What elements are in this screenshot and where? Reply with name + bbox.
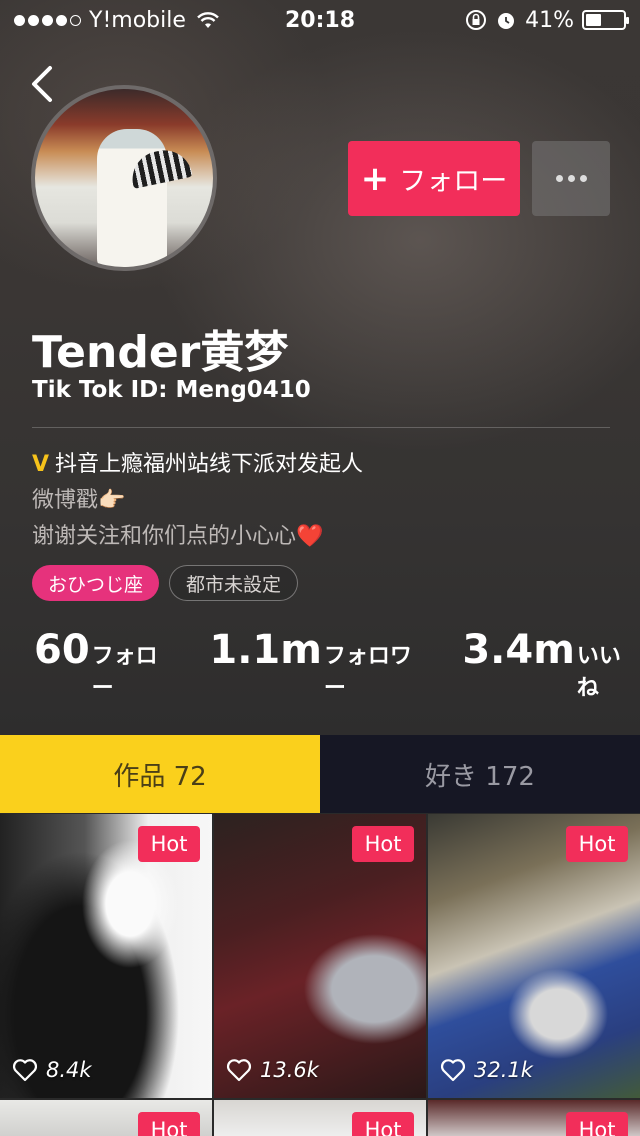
signal-strength-icon: [14, 14, 81, 26]
content-tabs: 作品 72 好き 172: [0, 735, 640, 813]
video-thumbnail[interactable]: Hot 8.4k: [0, 814, 212, 1098]
heart-outline-icon: [440, 1059, 466, 1082]
verified-icon: V: [32, 452, 50, 477]
heart-outline-icon: [226, 1059, 252, 1082]
profile-stats: 60 フォロー 1.1m フォロワー 3.4m いいね: [34, 627, 640, 702]
stat-following[interactable]: 60 フォロー: [34, 627, 177, 702]
profile-bio: V 抖音上瘾福州站线下派对发起人 微博戳👉🏻 谢谢关注和你们点的小心心❤️: [32, 447, 363, 555]
hot-badge: Hot: [352, 826, 414, 862]
hot-badge: Hot: [352, 1112, 414, 1136]
tab-works[interactable]: 作品 72: [0, 735, 320, 813]
stat-value: 3.4m: [462, 627, 575, 673]
more-dots-icon: [555, 175, 563, 182]
stat-label: フォロワー: [323, 644, 412, 701]
status-bar: Y!mobile 20:18 41%: [0, 0, 640, 40]
video-thumbnail[interactable]: Hot: [0, 1100, 212, 1136]
tab-likes[interactable]: 好き 172: [320, 735, 640, 813]
more-options-button[interactable]: [532, 141, 610, 216]
stat-followers[interactable]: 1.1m フォロワー: [209, 627, 430, 702]
like-count: 32.1k: [474, 1058, 533, 1082]
like-count: 13.6k: [260, 1058, 319, 1082]
video-thumbnail[interactable]: Hot: [428, 1100, 640, 1136]
heart-outline-icon: [12, 1059, 38, 1082]
wifi-icon: [197, 12, 219, 28]
orientation-lock-icon: [466, 10, 487, 30]
follow-button[interactable]: + フォロー: [348, 141, 520, 216]
stat-value: 1.1m: [209, 627, 322, 673]
avatar[interactable]: [31, 85, 217, 271]
back-chevron-icon[interactable]: [28, 64, 56, 104]
stat-label: いいね: [576, 644, 621, 701]
tag-city: 都市未設定: [169, 565, 299, 601]
stat-likes[interactable]: 3.4m いいね: [462, 627, 640, 702]
bio-line-1: 抖音上瘾福州站线下派对发起人: [55, 452, 364, 477]
carrier-name: Y!mobile: [89, 7, 186, 33]
like-count: 8.4k: [46, 1058, 92, 1082]
stat-label: フォロー: [91, 644, 158, 701]
follow-button-label: フォロー: [399, 166, 508, 197]
heart-emoji-icon: ❤️: [296, 524, 324, 549]
tiktok-id: Tik Tok ID: Meng0410: [32, 377, 311, 403]
battery-icon: [582, 10, 629, 30]
bio-line-3: 谢谢关注和你们点的小心心: [32, 524, 297, 549]
divider: [32, 427, 610, 428]
video-thumbnail[interactable]: Hot 32.1k: [428, 814, 640, 1098]
alarm-icon: [498, 13, 515, 29]
profile-name: Tender黄梦: [32, 327, 289, 378]
battery-percent: 41%: [525, 7, 574, 33]
video-grid: Hot 8.4k Hot 13.6k Hot 32.1k Hot Hot Hot: [0, 814, 640, 1136]
hot-badge: Hot: [566, 1112, 628, 1136]
hot-badge: Hot: [566, 826, 628, 862]
video-thumbnail[interactable]: Hot: [214, 1100, 426, 1136]
bio-line-2: 微博戳👉🏻: [32, 488, 126, 513]
video-thumbnail[interactable]: Hot 13.6k: [214, 814, 426, 1098]
stat-value: 60: [34, 627, 90, 673]
hot-badge: Hot: [138, 1112, 200, 1136]
hot-badge: Hot: [138, 826, 200, 862]
plus-icon: +: [360, 158, 390, 199]
tag-zodiac: おひつじ座: [32, 565, 160, 601]
profile-tags: おひつじ座 都市未設定: [32, 565, 299, 601]
